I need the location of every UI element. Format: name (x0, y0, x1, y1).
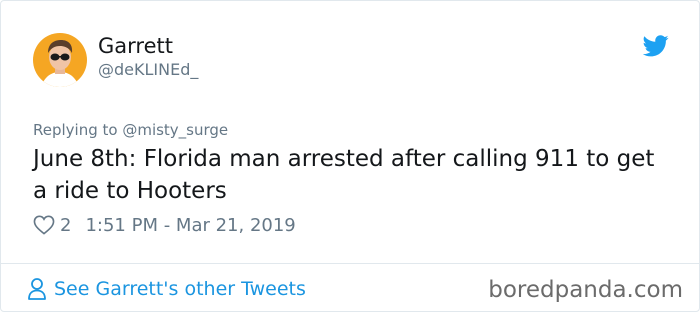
person-icon-svg (28, 278, 46, 300)
person-icon (27, 277, 47, 301)
like-count: 2 (60, 214, 72, 236)
tweet-card: Garrett @deKLINEd_ Replying to @misty_su… (0, 0, 700, 312)
twitter-bird-icon[interactable] (642, 35, 669, 57)
tweet-text: June 8th: Florida man arrested after cal… (33, 146, 655, 204)
see-other-tweets-link[interactable]: See Garrett's other Tweets (27, 276, 306, 302)
heart-icon-svg (33, 215, 55, 235)
author-handle[interactable]: @deKLINEd_ (98, 60, 198, 80)
see-other-tweets-label: See Garrett's other Tweets (54, 278, 306, 300)
heart-icon[interactable] (33, 215, 55, 235)
avatar[interactable] (33, 33, 87, 87)
tweet-timestamp[interactable]: 1:51 PM - Mar 21, 2019 (85, 215, 295, 236)
author-name[interactable]: Garrett (98, 33, 173, 59)
replying-to[interactable]: Replying to @misty_surge (33, 120, 228, 140)
tweet-meta: 2 1:51 PM - Mar 21, 2019 (33, 212, 296, 238)
divider (1, 263, 699, 264)
watermark: boredpanda.com (488, 277, 683, 303)
avatar-image (33, 33, 87, 87)
twitter-bird-icon-svg (642, 35, 669, 57)
